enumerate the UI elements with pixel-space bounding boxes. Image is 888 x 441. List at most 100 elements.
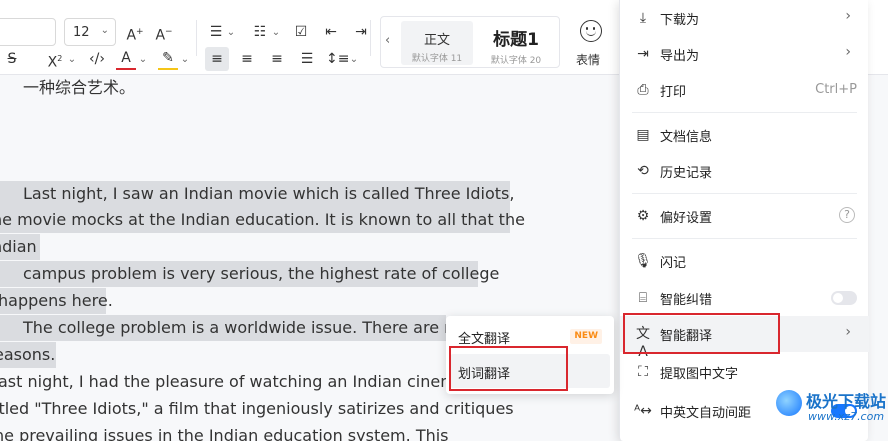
align-center-icon[interactable]: ≡ [236, 49, 258, 69]
chevron-down-icon[interactable]: ⌄ [180, 50, 190, 70]
chevron-down-icon[interactable]: ⌄ [67, 50, 77, 70]
chevron-down-icon[interactable]: ⌄ [226, 23, 236, 43]
outdent-icon[interactable]: ⇤ [320, 22, 342, 42]
more-options-menu: ⤓ 下载为 › ⇥ 导出为 › ⎙ 打印 Ctrl+P ▤ 文档信息 ⟲ 历史记… [619, 0, 869, 441]
shortcut-label: Ctrl+P [815, 82, 857, 97]
watermark: 极光下载站 www.xz7.com [776, 386, 888, 441]
chevron-right-icon: › [845, 8, 851, 24]
align-right-icon[interactable]: ≡ [266, 49, 288, 69]
font-size-select[interactable]: 12 ⌄ [64, 18, 116, 46]
menu-item-export-as[interactable]: ⇥ 导出为 › [620, 36, 869, 72]
menu-item-label: 下载为 [660, 13, 700, 28]
menu-item-label: 中英文自动间距 [660, 406, 752, 421]
justify-icon[interactable]: ☰ [296, 49, 318, 69]
menu-divider [632, 238, 857, 239]
menu-item-label: 打印 [660, 85, 687, 100]
menu-item-label: 导出为 [660, 49, 700, 64]
submenu-item-full-translate[interactable]: 全文翻译 NEW [450, 319, 610, 353]
watermark-logo-icon [776, 390, 802, 416]
document-line: happens here. [0, 288, 113, 314]
strikethrough-icon[interactable]: S [2, 49, 22, 69]
document-line: campus problem is very serious, the high… [0, 261, 499, 287]
menu-divider [632, 193, 857, 194]
chevron-down-icon[interactable]: ⌄ [349, 50, 359, 70]
chevron-left-icon[interactable]: ‹ [385, 33, 390, 48]
menu-item-label: 历史记录 [660, 166, 713, 181]
indent-icon[interactable]: ⇥ [350, 22, 372, 42]
menu-item-print[interactable]: ⎙ 打印 Ctrl+P [620, 72, 869, 108]
watermark-name: 极光下载站 [806, 392, 887, 411]
preferences-icon: ⚙ [636, 208, 650, 224]
auto-spacing-icon: ᴬ↔ [634, 403, 652, 419]
submenu-item-label: 全文翻译 [458, 332, 511, 347]
submenu-item-label: 划词翻译 [458, 367, 511, 382]
style-heading1-title: 标题1 [493, 30, 539, 50]
menu-item-preferences[interactable]: ⚙ 偏好设置 ? [620, 198, 869, 234]
export-icon: ⇥ [637, 46, 649, 62]
superscript-icon[interactable]: X2 [44, 49, 66, 73]
style-normal-title: 正文 [423, 33, 450, 48]
menu-item-flash-note[interactable]: 🎙 闪记 [620, 243, 869, 279]
emoji-label[interactable]: 表情 [576, 51, 600, 68]
document-line: he movie mocks at the Indian education. … [0, 207, 525, 233]
ai-proofread-toggle[interactable] [831, 291, 857, 305]
menu-item-ai-translate[interactable]: 文A 智能翻译 › [620, 316, 869, 360]
font-family-select[interactable] [0, 18, 56, 46]
line-spacing-icon[interactable]: ↕≡ [326, 49, 349, 69]
menu-item-document-info[interactable]: ▤ 文档信息 [620, 117, 869, 153]
style-heading1-subtitle: 默认字体 20 [490, 56, 542, 66]
help-icon[interactable]: ? [839, 207, 855, 223]
toolbar-divider [370, 20, 371, 56]
toolbar-divider [196, 20, 197, 56]
new-badge: NEW [570, 329, 602, 344]
chevron-right-icon: › [845, 44, 851, 60]
document-line: easons. [0, 342, 56, 368]
chevron-down-icon: ⌄ [100, 25, 109, 36]
watermark-url: www.xz7.com [808, 410, 885, 423]
paragraph-style-panel: ‹ 正文 默认字体 11 标题1 默认字体 20 [380, 16, 560, 68]
emoji-icon[interactable] [580, 20, 602, 42]
document-line: ndian [0, 234, 40, 260]
chevron-down-icon[interactable]: ⌄ [271, 23, 281, 43]
checkbox-list-icon[interactable]: ☑ [290, 22, 312, 42]
submenu-item-word-translate[interactable]: 划词翻译 [450, 354, 610, 388]
style-normal-button[interactable]: 正文 默认字体 11 [401, 21, 473, 65]
menu-item-label: 偏好设置 [660, 211, 713, 226]
menu-item-download-as[interactable]: ⤓ 下载为 › [620, 0, 869, 36]
menu-item-label: 闪记 [660, 256, 687, 271]
ai-proofread-icon: ⌸ [638, 290, 648, 306]
menu-item-label: 智能翻译 [660, 329, 713, 344]
menu-item-label: 智能纠错 [660, 293, 713, 308]
document-info-icon: ▤ [636, 127, 650, 143]
translate-submenu: 全文翻译 NEW 划词翻译 [446, 316, 614, 394]
history-icon: ⟲ [637, 163, 649, 179]
chevron-down-icon[interactable]: ⌄ [138, 50, 148, 70]
chevron-right-icon: › [845, 324, 851, 340]
flash-note-icon: 🎙 [634, 253, 652, 269]
font-size-value: 12 [73, 25, 90, 40]
document-line: Last night, I saw an Indian movie which … [0, 181, 514, 207]
document-line: 一种综合艺术。 [23, 78, 136, 97]
font-size-decrease-icon[interactable]: A− [153, 22, 175, 46]
ai-translate-icon: 文A [636, 326, 650, 360]
menu-item-ai-proofread[interactable]: ⌸ 智能纠错 [620, 280, 869, 316]
document-line: itled "Three Idiots," a film that ingeni… [0, 399, 514, 418]
menu-item-label: 文档信息 [660, 130, 713, 145]
menu-item-ocr[interactable]: ⛶ 提取图中文字 [620, 354, 869, 390]
menu-item-history[interactable]: ⟲ 历史记录 [620, 153, 869, 189]
ocr-icon: ⛶ [638, 364, 648, 380]
printer-icon: ⎙ [637, 82, 649, 98]
numbered-list-icon[interactable]: ☷ [249, 22, 271, 42]
download-icon: ⤓ [639, 10, 647, 26]
document-line: The college problem is a worldwide issue… [0, 315, 470, 341]
document-line: he prevailing issues in the Indian educa… [0, 426, 449, 441]
style-normal-subtitle: 默认字体 11 [411, 54, 463, 64]
bullet-list-icon[interactable]: ☰ [205, 22, 227, 42]
align-left-icon[interactable]: ≡ [206, 49, 228, 69]
menu-item-label: 提取图中文字 [660, 367, 739, 382]
document-line: ast night, I had the pleasure of watchin… [0, 372, 466, 391]
code-icon[interactable]: ‹/› [86, 49, 108, 69]
highlight-icon[interactable]: ✎ [158, 48, 178, 70]
font-size-increase-icon[interactable]: A+ [124, 22, 146, 46]
font-color-icon[interactable]: A [116, 48, 136, 70]
